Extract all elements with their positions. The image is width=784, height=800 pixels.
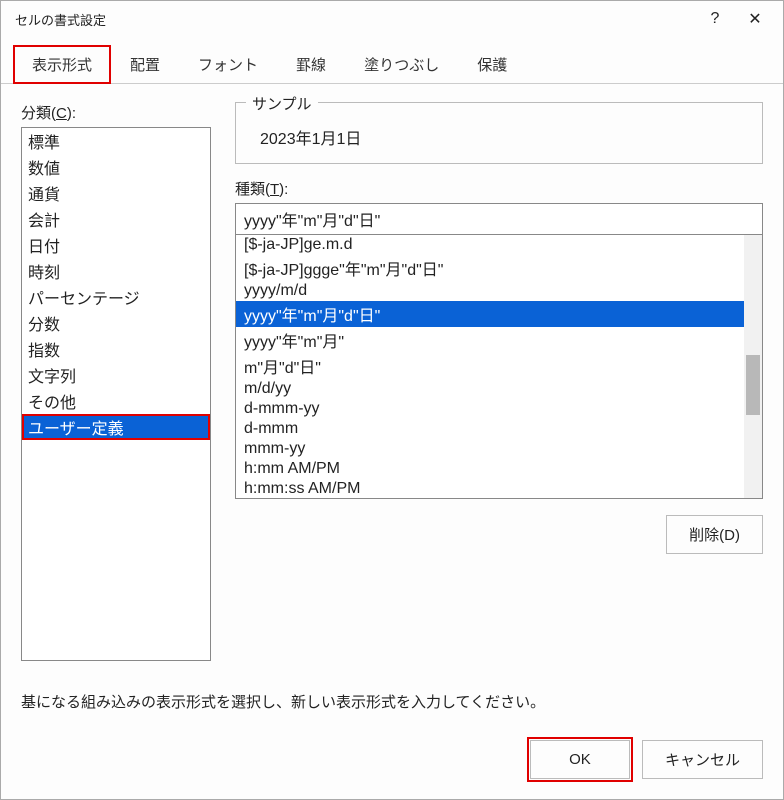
- cancel-button[interactable]: キャンセル: [642, 740, 763, 779]
- tab-3[interactable]: 罫線: [277, 45, 345, 83]
- category-item-4[interactable]: 日付: [22, 232, 210, 258]
- category-label-prefix: 分類(: [21, 105, 56, 122]
- tab-5[interactable]: 保護: [458, 45, 526, 83]
- type-item-5[interactable]: m"月"d"日": [236, 353, 744, 379]
- hint-text: 基になる組み込みの表示形式を選択し、新しい表示形式を入力してください。: [21, 691, 763, 712]
- category-label: 分類(C):: [21, 102, 211, 123]
- type-listbox[interactable]: [$-ja-JP]ge.m.d[$-ja-JP]ggge"年"m"月"d"日"y…: [236, 235, 744, 498]
- type-column: サンプル 2023年1月1日 種類(T): [$-ja-JP]ge.m.d[$-…: [235, 102, 763, 661]
- upper-area: 分類(C): 標準数値通貨会計日付時刻パーセンテージ分数指数文字列その他ユーザー…: [21, 102, 763, 661]
- type-label-hotkey: T: [270, 181, 279, 198]
- tab-2[interactable]: フォント: [179, 45, 277, 83]
- category-listbox[interactable]: 標準数値通貨会計日付時刻パーセンテージ分数指数文字列その他ユーザー定義: [21, 127, 211, 661]
- ok-button[interactable]: OK: [530, 740, 630, 779]
- category-column: 分類(C): 標準数値通貨会計日付時刻パーセンテージ分数指数文字列その他ユーザー…: [21, 102, 211, 661]
- tab-4[interactable]: 塗りつぶし: [345, 45, 458, 83]
- type-label: 種類(T):: [235, 178, 763, 199]
- category-item-11[interactable]: ユーザー定義: [22, 414, 210, 440]
- type-label-prefix: 種類(: [235, 181, 270, 198]
- titlebar: セルの書式設定 ? ✕: [1, 1, 783, 37]
- tab-0[interactable]: 表示形式: [13, 45, 111, 84]
- category-item-2[interactable]: 通貨: [22, 180, 210, 206]
- type-item-4[interactable]: yyyy"年"m"月": [236, 327, 744, 353]
- type-label-suffix: ):: [279, 181, 288, 198]
- category-item-9[interactable]: 文字列: [22, 362, 210, 388]
- close-icon[interactable]: ✕: [735, 9, 775, 29]
- category-item-7[interactable]: 分数: [22, 310, 210, 336]
- type-item-0[interactable]: [$-ja-JP]ge.m.d: [236, 235, 744, 255]
- type-item-9[interactable]: mmm-yy: [236, 439, 744, 459]
- category-item-10[interactable]: その他: [22, 388, 210, 414]
- delete-row: 削除(D): [235, 515, 763, 554]
- delete-button[interactable]: 削除(D): [666, 515, 763, 554]
- category-item-5[interactable]: 時刻: [22, 258, 210, 284]
- sample-box: サンプル 2023年1月1日: [235, 102, 763, 164]
- dialog-footer: OK キャンセル: [1, 724, 783, 799]
- tab-1[interactable]: 配置: [111, 45, 179, 83]
- tab-strip: 表示形式配置フォント罫線塗りつぶし保護: [1, 45, 783, 84]
- category-item-0[interactable]: 標準: [22, 128, 210, 154]
- category-label-hotkey: C: [56, 105, 67, 122]
- type-item-11[interactable]: h:mm:ss AM/PM: [236, 479, 744, 498]
- type-list-scrollbar[interactable]: [744, 235, 762, 498]
- type-input[interactable]: [235, 203, 763, 235]
- type-item-2[interactable]: yyyy/m/d: [236, 281, 744, 301]
- type-item-8[interactable]: d-mmm: [236, 419, 744, 439]
- type-item-3[interactable]: yyyy"年"m"月"d"日": [236, 301, 744, 327]
- category-item-3[interactable]: 会計: [22, 206, 210, 232]
- sample-value: 2023年1月1日: [250, 125, 748, 149]
- dialog-title: セルの書式設定: [15, 10, 695, 29]
- category-item-1[interactable]: 数値: [22, 154, 210, 180]
- type-item-6[interactable]: m/d/yy: [236, 379, 744, 399]
- type-item-1[interactable]: [$-ja-JP]ggge"年"m"月"d"日": [236, 255, 744, 281]
- format-cells-dialog: セルの書式設定 ? ✕ 表示形式配置フォント罫線塗りつぶし保護 分類(C): 標…: [0, 0, 784, 800]
- help-icon[interactable]: ?: [695, 10, 735, 28]
- type-item-7[interactable]: d-mmm-yy: [236, 399, 744, 419]
- sample-legend: サンプル: [246, 93, 318, 114]
- type-list-wrap: [$-ja-JP]ge.m.d[$-ja-JP]ggge"年"m"月"d"日"y…: [235, 235, 763, 499]
- dialog-body: 分類(C): 標準数値通貨会計日付時刻パーセンテージ分数指数文字列その他ユーザー…: [1, 84, 783, 724]
- category-label-suffix: ):: [67, 105, 76, 122]
- category-item-6[interactable]: パーセンテージ: [22, 284, 210, 310]
- scrollbar-thumb[interactable]: [746, 355, 760, 415]
- category-item-8[interactable]: 指数: [22, 336, 210, 362]
- type-item-10[interactable]: h:mm AM/PM: [236, 459, 744, 479]
